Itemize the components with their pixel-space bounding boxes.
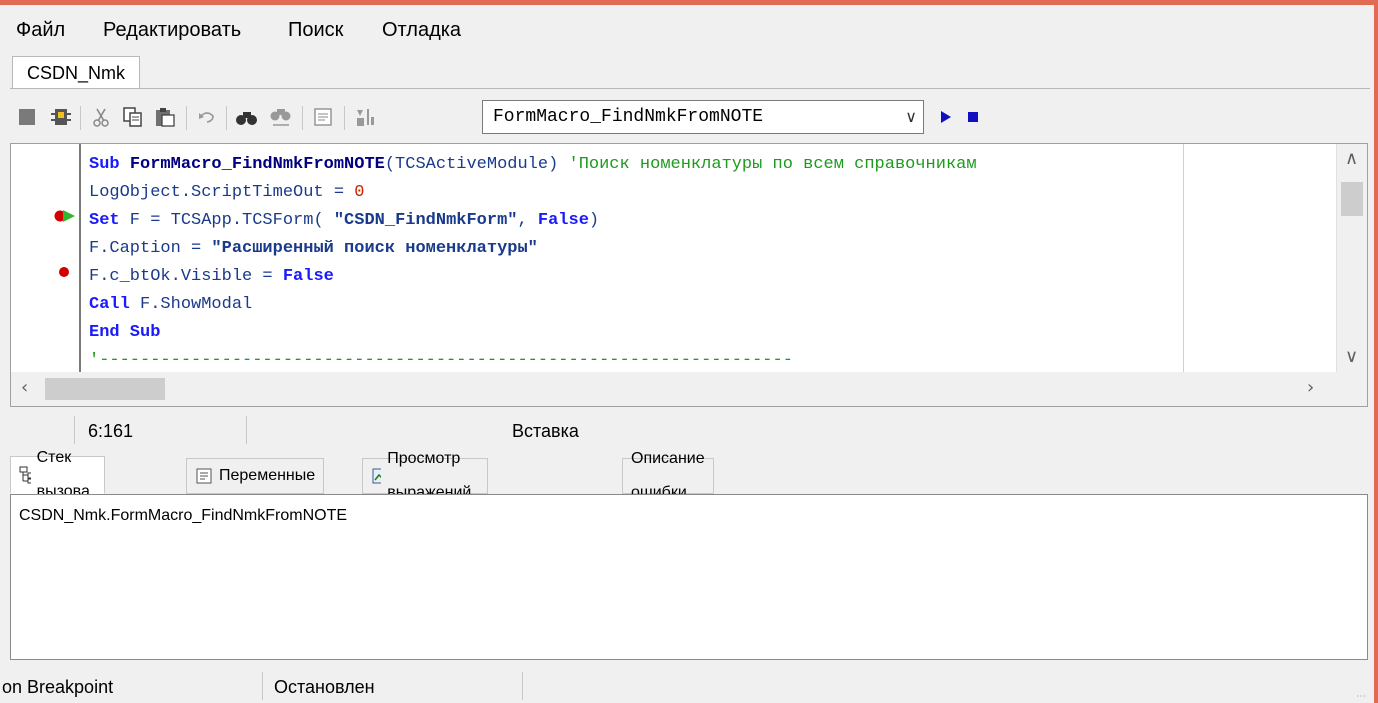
breakpoint-icon[interactable] — [59, 267, 69, 277]
code-lines[interactable]: Sub FormMacro_FindNmkFromNOTE(TCSActiveM… — [89, 151, 977, 375]
code-token: 0 — [354, 183, 365, 202]
code-token: False — [282, 267, 334, 286]
code-token: ) — [588, 211, 600, 230]
toolbar-separator — [186, 106, 187, 130]
paste-icon[interactable] — [152, 104, 178, 130]
tab-watch[interactable]: Просмотр выражений — [362, 450, 489, 501]
vertical-scroll-thumb[interactable] — [1341, 182, 1363, 216]
code-token: FormMacro_FindNmkFromNOTE — [129, 155, 385, 174]
find-icon[interactable] — [234, 104, 260, 130]
variables-icon — [196, 468, 212, 484]
horizontal-scrollbar[interactable]: ‹ › — [11, 372, 1337, 406]
sort-icon[interactable] — [352, 104, 378, 130]
code-editor[interactable]: Sub FormMacro_FindNmkFromNOTE(TCSActiveM… — [10, 143, 1368, 407]
code-token: F = TCSApp.TCSForm( — [119, 211, 334, 230]
menu-debug[interactable]: Отладка — [378, 17, 465, 44]
call-stack-icon — [19, 466, 31, 484]
debug-state: Остановлен — [274, 677, 375, 697]
undo-icon[interactable] — [194, 104, 220, 130]
tab-variables-label: Переменные — [219, 467, 316, 484]
status-separator — [522, 672, 523, 700]
code-line[interactable]: End Sub — [89, 319, 977, 347]
procedure-combo[interactable]: FormMacro_FindNmkFromNOTE ∨ — [482, 100, 924, 134]
window-top-border — [0, 0, 1378, 5]
status-separator — [262, 672, 263, 700]
code-token: '---------------------------------------… — [89, 351, 793, 370]
cut-icon[interactable] — [88, 104, 114, 130]
current-line-arrow-icon — [54, 210, 75, 222]
stop-square-icon[interactable] — [14, 104, 40, 130]
stop-icon[interactable] — [960, 104, 986, 130]
debug-status-bar: on Breakpoint Остановлен ⋯ — [0, 668, 1374, 703]
scroll-up-icon[interactable]: ∧ — [1345, 148, 1358, 169]
gutter-border — [79, 144, 81, 372]
code-token: "Расширенный поиск номенклатуры" — [211, 239, 538, 258]
toolbar-separator — [302, 106, 303, 130]
code-line[interactable]: Sub FormMacro_FindNmkFromNOTE(TCSActiveM… — [89, 151, 977, 179]
horizontal-scroll-thumb[interactable] — [45, 378, 165, 400]
scroll-right-icon[interactable]: › — [1307, 377, 1314, 398]
menu-search[interactable]: Поиск — [284, 17, 347, 44]
code-line[interactable]: Set F = TCSApp.TCSForm( "CSDN_FindNmkFor… — [89, 207, 977, 235]
resize-grip-icon[interactable]: ⋯ — [1356, 691, 1366, 702]
properties-icon[interactable] — [310, 104, 336, 130]
code-token: LogObject.ScriptTimeOut = — [89, 183, 355, 202]
menu-file[interactable]: Файл — [12, 17, 69, 44]
window-right-border — [1374, 0, 1378, 703]
code-token: "CSDN_FindNmkForm" — [333, 211, 518, 230]
code-token: (TCSActiveModule) — [384, 155, 569, 174]
code-line[interactable]: Call F.ShowModal — [89, 291, 977, 319]
scroll-down-icon[interactable]: ∨ — [1345, 346, 1358, 367]
code-token: Sub — [89, 155, 130, 174]
procedure-combo-value: FormMacro_FindNmkFromNOTE — [493, 107, 764, 127]
toolbar-separator — [226, 106, 227, 130]
tab-strip-border — [10, 88, 1370, 89]
code-token: Call — [89, 295, 130, 314]
code-token: F.Caption = — [89, 239, 212, 258]
code-line[interactable]: F.Caption = "Расширенный поиск номенклат… — [89, 235, 977, 263]
status-separator — [246, 416, 247, 444]
tab-error-description[interactable]: Описание ошибки — [622, 450, 714, 501]
copy-icon[interactable] — [120, 104, 146, 130]
call-stack-panel[interactable]: CSDN_Nmk.FormMacro_FindNmkFromNOTE — [10, 494, 1368, 660]
code-line[interactable]: F.c_btOk.Visible = False — [89, 263, 977, 291]
right-margin-line — [1183, 144, 1184, 372]
debug-bug-icon[interactable] — [48, 104, 74, 130]
menu-bar: Файл Редактировать Поиск Отладка — [0, 8, 1374, 58]
watch-icon — [372, 468, 382, 484]
code-token: 'Поиск номенклатуры по всем справочникам — [568, 155, 977, 174]
code-line[interactable]: LogObject.ScriptTimeOut = 0 — [89, 179, 977, 207]
stop-reason: on Breakpoint — [2, 677, 114, 697]
toolbar-separator — [344, 106, 345, 130]
code-token: F.c_btOk.Visible = — [89, 267, 283, 286]
tab-variables[interactable]: Переменные — [186, 458, 325, 494]
toolbar-separator — [80, 106, 81, 130]
code-token: False — [537, 211, 589, 230]
run-icon[interactable] — [932, 104, 958, 130]
status-separator — [74, 416, 75, 444]
menu-edit[interactable]: Редактировать — [99, 17, 245, 44]
find-replace-icon[interactable] — [268, 104, 294, 130]
chevron-down-icon[interactable]: ∨ — [905, 101, 917, 133]
code-line[interactable]: '---------------------------------------… — [89, 347, 977, 375]
tab-document[interactable]: CSDN_Nmk — [12, 56, 141, 89]
code-token: , — [517, 211, 538, 230]
scroll-left-icon[interactable]: ‹ — [21, 377, 28, 398]
insert-mode: Вставка — [512, 421, 579, 441]
code-token: Set — [89, 211, 120, 230]
code-token: End Sub — [89, 323, 161, 342]
tab-call-stack[interactable]: Стек вызова — [10, 449, 106, 500]
vertical-scrollbar[interactable]: ∧ ∨ — [1336, 144, 1367, 372]
scroll-corner — [1337, 372, 1367, 406]
list-item[interactable]: CSDN_Nmk.FormMacro_FindNmkFromNOTE — [19, 507, 347, 525]
toolbar: FormMacro_FindNmkFromNOTE ∨ — [10, 96, 1370, 142]
code-token: F.ShowModal — [129, 295, 253, 314]
